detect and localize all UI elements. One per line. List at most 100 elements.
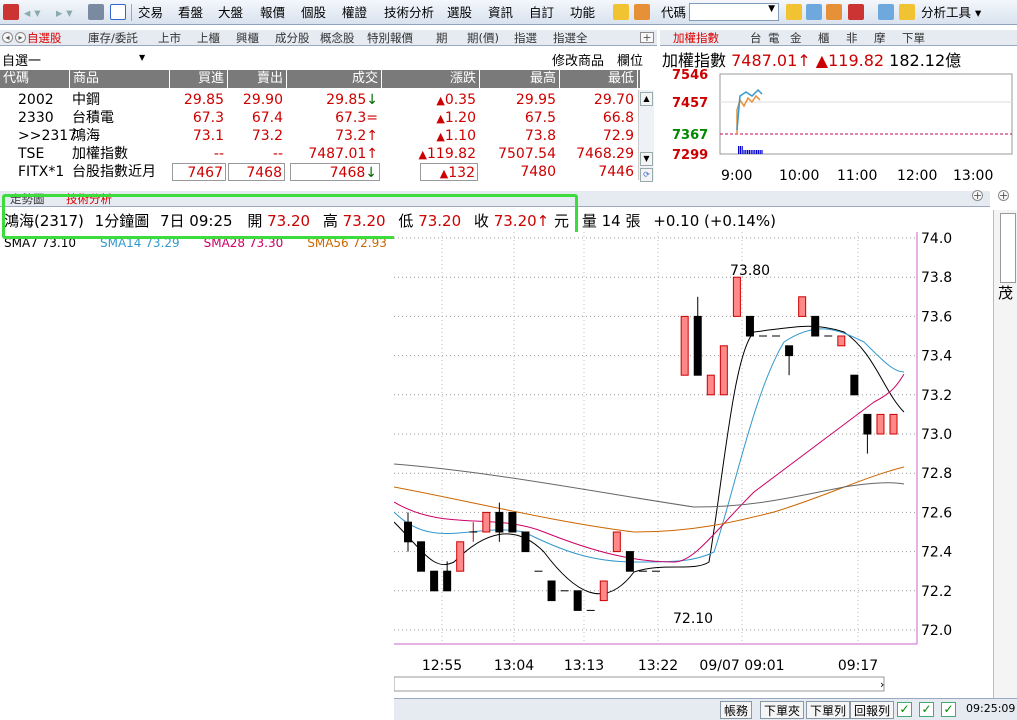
last-value: 29.85	[326, 92, 367, 108]
tab-quote[interactable]: 庫存/委託	[88, 31, 138, 46]
volume-bar	[756, 150, 758, 154]
home-icon[interactable]	[3, 4, 19, 20]
candlestick-chart[interactable]: 74.0 73.8 73.6 73.4 73.2 73.0 72.8 72.6 72.4 72.2…	[394, 232, 1014, 720]
tab-quote[interactable]: 期(價)	[467, 31, 499, 46]
menu-item[interactable]: 技術分析	[384, 4, 434, 21]
y-tick-label: 72.8	[921, 466, 952, 482]
candle-body	[693, 315, 702, 376]
menu-item[interactable]: 選股	[447, 4, 472, 21]
column-header[interactable]: 賣出	[228, 70, 287, 88]
menu-item[interactable]: 權證	[342, 4, 367, 21]
volume-bar	[761, 150, 763, 154]
tab-quote[interactable]: 指選	[514, 31, 537, 46]
volume-bar	[757, 150, 759, 154]
chart-scrollbar[interactable]	[394, 676, 885, 692]
y-tick-label: 73.6	[921, 309, 952, 325]
cell-last: 73.2↑	[290, 127, 380, 145]
candle-body	[798, 296, 807, 317]
table-row[interactable]: TSE 加權指數 -- -- 7487.01↑ ▲119.82 7507.54 7468.29	[0, 145, 640, 163]
tab-quote[interactable]: 成分股	[275, 31, 310, 46]
analysis-tools-menu[interactable]: 分析工具 ▾	[921, 4, 981, 21]
status-bar: ✓ ✓ ✓ 09:25:09 帳務 下單夾 下單列 回報列	[394, 698, 1017, 720]
column-header[interactable]: 買進	[170, 70, 228, 88]
tab-quote[interactable]: 期	[436, 31, 448, 46]
cell-high: 73.8	[524, 128, 556, 144]
cell-code: 2330	[18, 110, 54, 126]
search-icon[interactable]	[806, 4, 822, 20]
trend-icon: =	[366, 110, 378, 126]
tab-quote[interactable]: 特別報價	[367, 31, 413, 46]
refresh-icon[interactable]: ⟳	[640, 168, 653, 182]
alert-icon[interactable]	[848, 4, 864, 20]
quote-scrollbar[interactable]: ▲ ▼ ⟳	[638, 90, 654, 182]
check-icon[interactable]: ✓	[897, 702, 912, 717]
print-icon[interactable]	[88, 4, 104, 20]
tab-quote[interactable]: 上市	[158, 31, 181, 46]
code-input[interactable]: ▼	[689, 3, 779, 21]
column-header[interactable]: 代碼	[0, 70, 70, 88]
notepad-icon[interactable]	[634, 4, 650, 20]
cursor-icon[interactable]	[878, 4, 894, 20]
volume-bar	[752, 150, 754, 154]
scroll-down-icon[interactable]: ▼	[640, 152, 653, 166]
menu-item[interactable]: 看盤	[178, 4, 203, 21]
tab-quote[interactable]: 指選全	[553, 31, 588, 46]
tools-icon[interactable]	[899, 4, 915, 20]
add-window-icon[interactable]: +	[998, 190, 1009, 201]
menu-item[interactable]: 交易	[138, 4, 163, 21]
chevron-down-icon[interactable]: ▼	[139, 53, 145, 62]
candle-body	[837, 335, 846, 347]
cell-low: 7468.29	[576, 146, 634, 162]
volume-bar	[738, 146, 740, 154]
cell-ask: 7468	[228, 163, 285, 181]
add-chart-icon[interactable]: +	[972, 190, 983, 201]
candle-body	[719, 345, 728, 396]
lightning-icon[interactable]	[613, 4, 629, 20]
next-tab-icon[interactable]: ▸	[15, 32, 26, 43]
scroll-up-icon[interactable]: ▲	[640, 92, 653, 106]
menu-item[interactable]: 報價	[260, 4, 285, 21]
minichart-ylabel: 7546	[672, 68, 708, 83]
menu-item[interactable]: 個股	[301, 4, 326, 21]
menu-item[interactable]: 功能	[570, 4, 595, 21]
table-row[interactable]: 2002 中鋼 29.85 29.90 29.85↓ ▲0.35 29.95 29.70	[0, 91, 640, 109]
tab-quote[interactable]: 上櫃	[197, 31, 220, 46]
menu-item[interactable]: 資訊	[488, 4, 513, 21]
column-header[interactable]: 成交	[287, 70, 382, 88]
menu-item[interactable]: 大盤	[218, 4, 243, 21]
column-header[interactable]: 最低	[560, 70, 638, 88]
table-row[interactable]: 2330 台積電 67.3 67.4 67.3= ▲1.20 67.5 66.8	[0, 109, 640, 127]
tab-quote[interactable]: 自選股	[27, 31, 62, 46]
column-header[interactable]: 漲跌	[382, 70, 480, 88]
column-header[interactable]: 商品	[70, 70, 170, 88]
group-select[interactable]: 自選一	[2, 50, 41, 69]
columns-button[interactable]: 欄位	[617, 50, 643, 69]
menu-item[interactable]: 自訂	[529, 4, 554, 21]
table-row[interactable]: FITX*1 台股指數近月 7467 7468 7468↓ ▲132 7480 7446	[0, 163, 640, 181]
cell-bid: 29.85	[183, 92, 224, 108]
prev-tab-icon[interactable]: ◂	[2, 32, 13, 43]
change-value: 1.20	[444, 110, 476, 126]
forward-icon[interactable]: ▸ ▾	[56, 4, 73, 21]
back-icon[interactable]: ◂ ▾	[24, 4, 41, 21]
check-icon[interactable]: ✓	[919, 702, 934, 717]
status-button[interactable]: 帳務	[720, 701, 753, 719]
tab-quote[interactable]: 概念股	[320, 31, 355, 46]
column-header[interactable]: 最高	[480, 70, 560, 88]
quote-icon[interactable]	[786, 4, 802, 20]
cell-name: 中鋼	[72, 92, 100, 108]
scroll-right-icon[interactable]: ›	[880, 678, 884, 691]
up-triangle-icon: ▲	[418, 148, 427, 161]
popout-icon[interactable]	[110, 4, 126, 20]
check-icon[interactable]: ✓	[941, 702, 956, 717]
add-tab-icon[interactable]: +	[640, 32, 654, 43]
edit-symbols-button[interactable]: 修改商品	[552, 50, 604, 69]
status-button[interactable]: 下單列	[806, 701, 851, 719]
chart-icon[interactable]	[826, 4, 842, 20]
status-button[interactable]: 下單夾	[760, 701, 805, 719]
plot-background	[394, 232, 917, 644]
cell-bid: 73.1	[192, 128, 224, 144]
tab-quote[interactable]: 興櫃	[236, 31, 259, 46]
status-button[interactable]: 回報列	[850, 701, 895, 719]
table-row[interactable]: >>2317 鴻海 73.1 73.2 73.2↑ ▲1.10 73.8 72.9	[0, 127, 640, 145]
